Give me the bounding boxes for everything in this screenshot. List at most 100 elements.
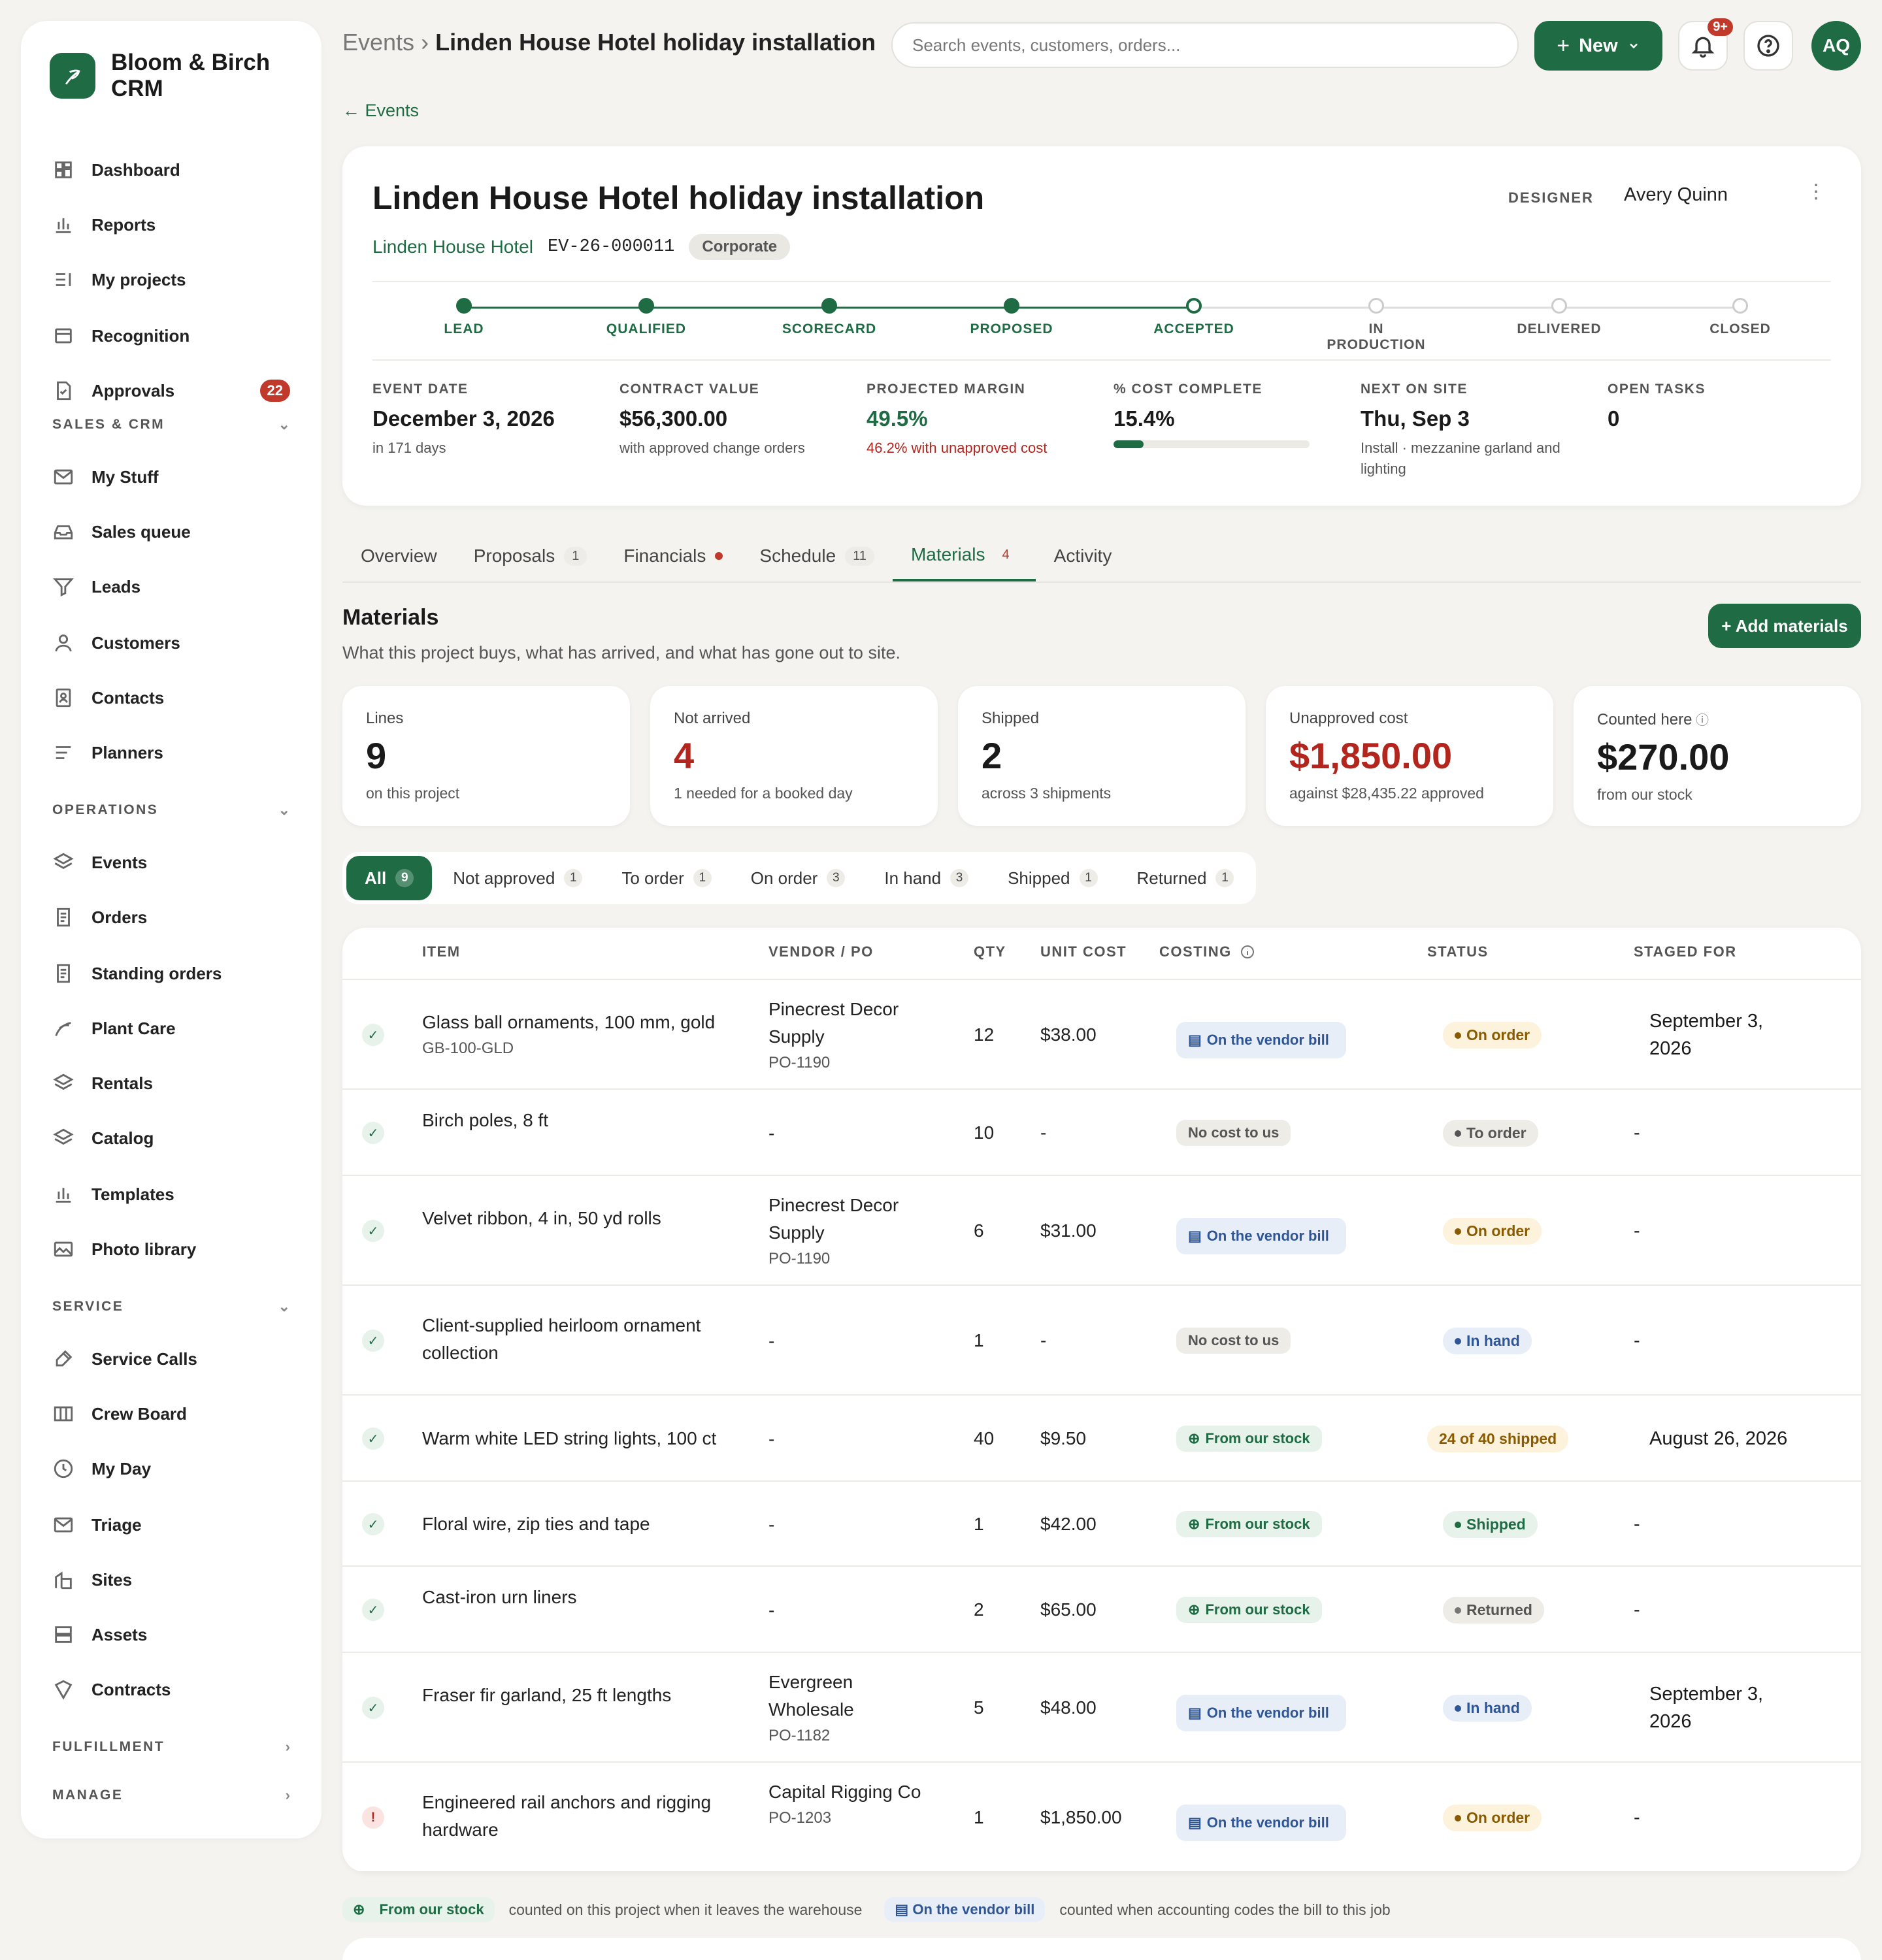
table-row[interactable]: ✓ Floral wire, zip ties and tape - 1 $42.00 ⊕…: [342, 1482, 1861, 1567]
sidebar-item-triage[interactable]: Triage: [52, 1507, 290, 1543]
vendor-name[interactable]: -: [768, 1597, 938, 1624]
sidebar-item-dashboard[interactable]: Dashboard: [52, 152, 290, 188]
check-icon[interactable]: ✓: [362, 1330, 384, 1352]
section-fulfillment[interactable]: FULFILLMENT ›: [52, 1734, 290, 1760]
chevron-down-icon[interactable]: ⌄: [278, 1298, 290, 1315]
sidebar-item-standing-orders[interactable]: Standing orders: [52, 955, 290, 992]
sidebar-item-approvals[interactable]: Approvals 22: [52, 372, 290, 409]
vendor-name[interactable]: -: [768, 1426, 938, 1453]
col-costing[interactable]: COSTING: [1159, 943, 1255, 960]
table-row[interactable]: ✓ Velvet ribbon, 4 in, 50 yd rolls Pinecre…: [342, 1176, 1861, 1286]
filter-in-hand[interactable]: In hand 3: [866, 856, 987, 900]
sidebar-item-my-stuff[interactable]: My Stuff: [52, 459, 290, 495]
help-button[interactable]: [1743, 21, 1793, 71]
tab-schedule[interactable]: Schedule 11: [741, 531, 893, 581]
sidebar-item-templates[interactable]: Templates: [52, 1176, 290, 1213]
vendor-name[interactable]: -: [768, 1511, 938, 1539]
check-icon[interactable]: ✓: [362, 1599, 384, 1621]
sidebar-item-my-day[interactable]: My Day: [52, 1450, 290, 1487]
check-icon[interactable]: ✓: [362, 1024, 384, 1046]
vendor-name[interactable]: Pinecrest Decor Supply: [768, 1192, 938, 1247]
table-row[interactable]: ✓ Warm white LED string lights, 100 ct - 40…: [342, 1396, 1861, 1482]
search-input[interactable]: Search events, customers, orders...: [891, 22, 1519, 68]
vendor-name[interactable]: Evergreen Wholesale: [768, 1669, 938, 1723]
sidebar-item-crew-board[interactable]: Crew Board: [52, 1396, 290, 1432]
avatar[interactable]: AQ: [1811, 21, 1861, 71]
chevron-down-icon[interactable]: ⌄: [278, 802, 290, 819]
filter-on-order[interactable]: On order 3: [733, 856, 864, 900]
table-row[interactable]: ✓ Cast-iron urn liners - 2 $65.00 ⊕ From our s…: [342, 1567, 1861, 1653]
sidebar-item-my-projects[interactable]: My projects: [52, 261, 290, 298]
filter-all[interactable]: All 9: [346, 856, 433, 900]
tab-overview[interactable]: Overview: [342, 531, 455, 581]
check-icon[interactable]: ✓: [362, 1697, 384, 1719]
new-button[interactable]: + New: [1534, 21, 1662, 71]
check-icon[interactable]: ✓: [362, 1513, 384, 1535]
filter-to-order[interactable]: To order 1: [603, 856, 729, 900]
chevron-down-icon[interactable]: ⌄: [278, 416, 290, 433]
vendor-name[interactable]: -: [768, 1120, 938, 1147]
po-number[interactable]: PO-1203: [768, 1806, 938, 1831]
sidebar-item-customers[interactable]: Customers: [52, 625, 290, 661]
sidebar-item-leads[interactable]: Leads: [52, 568, 290, 605]
tab-materials[interactable]: Materials 4: [892, 531, 1036, 581]
po-number[interactable]: PO-1190: [768, 1247, 938, 1271]
sidebar-item-contracts[interactable]: Contracts: [52, 1671, 290, 1708]
sidebar-item-catalog[interactable]: Catalog: [52, 1120, 290, 1156]
section-manage[interactable]: MANAGE ›: [52, 1782, 290, 1808]
sidebar-item-plant-care[interactable]: Plant Care: [52, 1010, 290, 1047]
check-icon[interactable]: ✓: [362, 1220, 384, 1242]
add-materials-button[interactable]: + Add materials: [1708, 604, 1861, 648]
po-number[interactable]: PO-1182: [768, 1723, 938, 1748]
vendor-cell: -: [768, 1328, 938, 1355]
table-row[interactable]: ✓ Birch poles, 8 ft - 10 - No cost to us To or…: [342, 1090, 1861, 1176]
sidebar-item-orders[interactable]: Orders: [52, 899, 290, 936]
section-operations[interactable]: OPERATIONS ⌄: [52, 797, 290, 823]
notifications-button[interactable]: 9+: [1678, 18, 1733, 71]
tab-proposals[interactable]: Proposals 1: [455, 531, 606, 581]
sidebar-item-sales-queue[interactable]: Sales queue: [52, 514, 290, 550]
filter-not-approved[interactable]: Not approved 1: [435, 856, 601, 900]
sidebar-item-sites[interactable]: Sites: [52, 1561, 290, 1598]
sidebar-item-assets[interactable]: Assets: [52, 1616, 290, 1653]
filter-shipped[interactable]: Shipped 1: [989, 856, 1115, 900]
back-link[interactable]: ← Events: [342, 101, 419, 121]
col-qty[interactable]: QTY: [974, 943, 1006, 960]
table-row[interactable]: ✓ Client-supplied heirloom ornament colle…: [342, 1286, 1861, 1396]
sidebar-item-recognition[interactable]: Recognition: [52, 318, 290, 354]
col-vendor[interactable]: VENDOR / PO: [768, 943, 874, 960]
sidebar-item-contacts[interactable]: Contacts: [52, 679, 290, 716]
info-icon[interactable]: [1240, 944, 1255, 960]
col-item[interactable]: ITEM: [422, 943, 461, 960]
vendor-name[interactable]: Pinecrest Decor Supply: [768, 996, 938, 1051]
sidebar-item-reports[interactable]: Reports: [52, 206, 290, 243]
table-row[interactable]: ✓ Glass ball ornaments, 100 mm, gold GB-10…: [342, 980, 1861, 1090]
check-icon[interactable]: ✓: [362, 1428, 384, 1450]
sidebar-item-planners[interactable]: Planners: [52, 734, 290, 771]
col-unit-cost[interactable]: UNIT COST: [1040, 943, 1127, 960]
vendor-name[interactable]: Capital Rigging Co: [768, 1778, 938, 1806]
check-icon[interactable]: ✓: [362, 1122, 384, 1144]
vendor-name[interactable]: -: [768, 1328, 938, 1355]
sidebar-item-events[interactable]: Events: [52, 844, 290, 881]
section-service[interactable]: SERVICE ⌄: [52, 1294, 290, 1320]
sidebar-item-rentals[interactable]: Rentals: [52, 1065, 290, 1102]
chevron-right-icon[interactable]: ›: [286, 1739, 290, 1756]
col-staged[interactable]: STAGED FOR: [1634, 943, 1737, 960]
sidebar-item-service-calls[interactable]: Service Calls: [52, 1341, 290, 1377]
warning-icon[interactable]: !: [362, 1806, 384, 1829]
sidebar-item-photo-library[interactable]: Photo library: [52, 1231, 290, 1267]
brand[interactable]: Bloom & Birch CRM: [21, 21, 322, 101]
table-row[interactable]: ! Engineered rail anchors and rigging har…: [342, 1763, 1861, 1872]
tab-financials[interactable]: Financials: [605, 531, 741, 581]
chevron-right-icon[interactable]: ›: [286, 1787, 290, 1804]
po-number[interactable]: PO-1190: [768, 1051, 938, 1075]
col-status[interactable]: STATUS: [1427, 943, 1489, 960]
tab-activity[interactable]: Activity: [1036, 531, 1131, 581]
filter-returned[interactable]: Returned 1: [1119, 856, 1253, 900]
info-icon[interactable]: ⓘ: [1692, 713, 1709, 728]
bill-icon: ▤: [1188, 1705, 1202, 1721]
table-row[interactable]: ✓ Fraser fir garland, 25 ft lengths Evergr…: [342, 1653, 1861, 1763]
section-sales[interactable]: SALES & CRM ⌄: [52, 412, 290, 438]
breadcrumb-parent[interactable]: Events: [342, 29, 414, 56]
